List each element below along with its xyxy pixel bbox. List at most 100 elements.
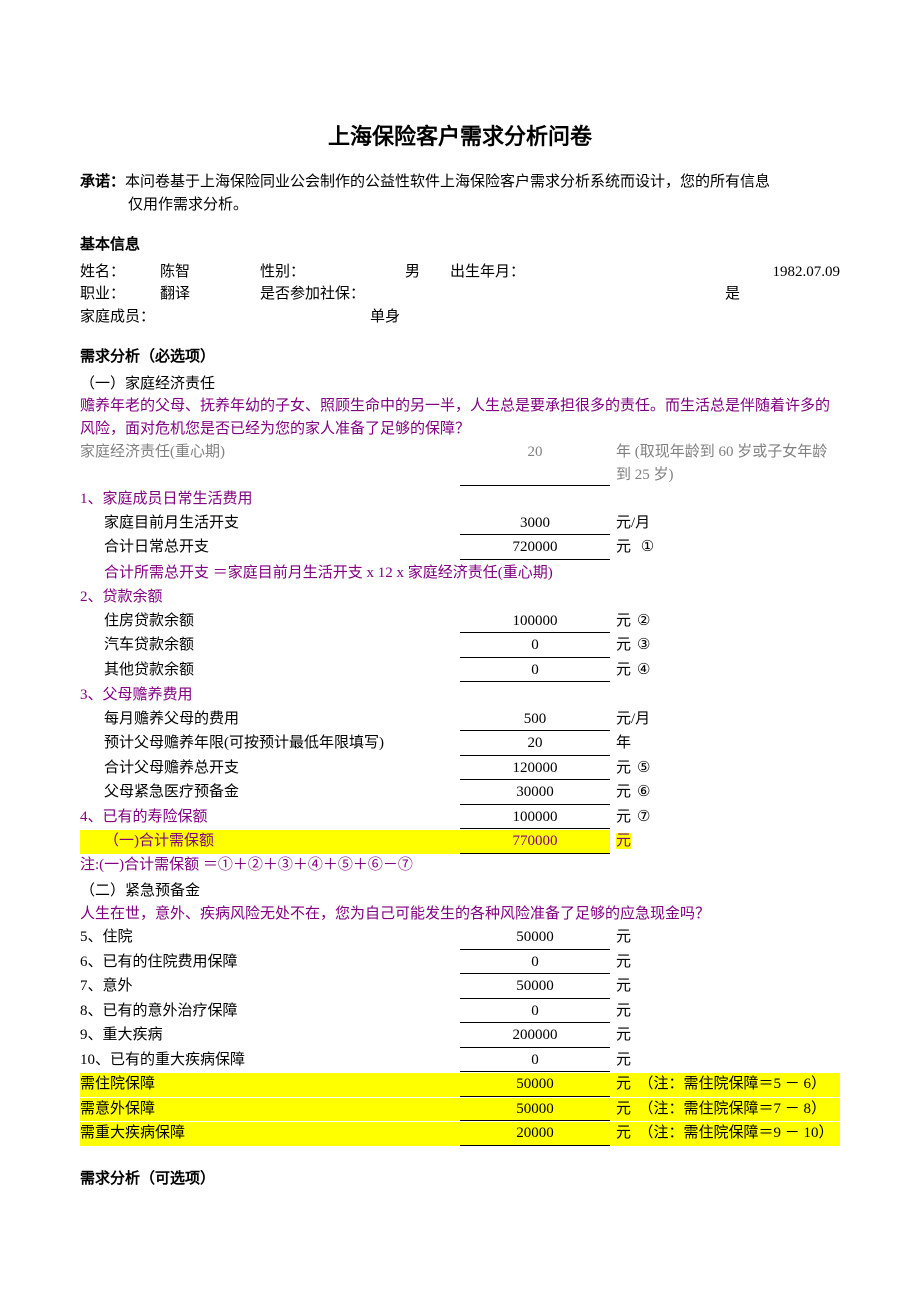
r6-value: 0 — [460, 951, 610, 975]
item-2-r2-unit: 元 ③ — [610, 634, 840, 658]
promise-block: 承诺：本问卷基于上海保险同业公会制作的公益性软件上海保险客户需求分析系统而设计，… — [80, 171, 840, 216]
r9-unit: 元 — [610, 1024, 840, 1048]
family-label: 家庭成员： — [80, 306, 260, 329]
r6-label: 6、已有的住院费用保障 — [80, 951, 460, 975]
total-value: 770000 — [460, 830, 610, 854]
basic-row-1: 姓名： 陈智 性别： 男 出生年月： 1982.07.09 — [80, 261, 840, 284]
name-value: 陈智 — [140, 261, 260, 284]
need-ill-value: 20000 — [460, 1122, 610, 1146]
item-3-row-2: 预计父母赡养年限(可按预计最低年限填写) 20 年 — [80, 732, 840, 756]
item-2-row-2: 汽车贷款余额 0 元 ③ — [80, 634, 840, 658]
row-9: 9、重大疾病 200000 元 — [80, 1024, 840, 1048]
mark-1-icon: ① — [639, 536, 657, 559]
item-4-head: 4、已有的寿险保额 — [80, 806, 460, 830]
total-unit: 元 — [616, 833, 631, 849]
need-hospital-row: 需住院保障 50000 元 （注：需住院保障＝5 － 6） — [80, 1073, 840, 1097]
page-title: 上海保险客户需求分析问卷 — [80, 120, 840, 153]
need-acc-label: 需意外保障 — [80, 1098, 460, 1122]
item-3-r1-label: 每月赡养父母的费用 — [80, 708, 460, 732]
item-1-row-1: 家庭目前月生活开支 3000 元/月 — [80, 512, 840, 536]
section-1-note: 注:(一)合计需保额 ＝①＋②＋③＋④＋⑤＋⑥－⑦ — [80, 854, 840, 877]
critical-label: 家庭经济责任(重心期) — [80, 441, 460, 486]
promise-text-1: 本问卷基于上海保险同业公会制作的公益性软件上海保险客户需求分析系统而设计，您的所… — [125, 174, 770, 190]
need-acc-value: 50000 — [460, 1098, 610, 1122]
item-3-row-1: 每月赡养父母的费用 500 元/月 — [80, 708, 840, 732]
item-2-r2-value: 0 — [460, 634, 610, 658]
item-2-row-1: 住房贷款余额 100000 元 ② — [80, 610, 840, 634]
r10-value: 0 — [460, 1049, 610, 1073]
r5-value: 50000 — [460, 926, 610, 950]
basic-row-2: 职业： 翻译 是否参加社保： 是 — [80, 283, 840, 306]
need-acc-note: （注：需住院保障＝7 － 8） — [639, 1101, 827, 1117]
dob-value: 1982.07.09 — [560, 261, 840, 284]
item-2-r3-value: 0 — [460, 659, 610, 683]
section-1-total-row: （一)合计需保额 770000 元 — [80, 830, 840, 854]
need-accident-row: 需意外保障 50000 元 （注：需住院保障＝7 － 8） — [80, 1098, 840, 1122]
item-1-r2-label: 合计日常总开支 — [80, 536, 460, 560]
optional-header: 需求分析（可选项） — [80, 1168, 840, 1191]
r8-unit: 元 — [610, 1000, 840, 1024]
section-2-title: （二）紧急预备金 — [80, 880, 840, 903]
row-7: 7、意外 50000 元 — [80, 975, 840, 999]
item-3-r1-unit: 元/月 — [610, 708, 840, 732]
item-1-r1-unit: 元/月 — [610, 512, 840, 536]
critical-unit: 年 (取现年龄到 60 岁或子女年龄到 25 岁) — [610, 441, 840, 486]
name-label: 姓名： — [80, 261, 140, 284]
basic-row-3: 家庭成员： 单身 — [80, 306, 840, 329]
item-3-r2-value: 20 — [460, 732, 610, 756]
total-label: （一)合计需保额 — [80, 830, 460, 854]
item-3-r4-unit: 元 ⑥ — [610, 781, 840, 805]
item-3-r3-unit: 元 ⑤ — [610, 757, 840, 781]
item-4-row: 4、已有的寿险保额 100000 元 ⑦ — [80, 806, 840, 830]
need-acc-unit: 元 （注：需住院保障＝7 － 8） — [610, 1098, 840, 1122]
row-5: 5、住院 50000 元 — [80, 926, 840, 950]
r6-unit: 元 — [610, 951, 840, 975]
item-1-head: 1、家庭成员日常生活费用 — [80, 488, 840, 511]
item-3-r3-label: 合计父母赡养总开支 — [80, 757, 460, 781]
need-illness-row: 需重大疾病保障 20000 元 （注：需住院保障＝9 － 10） — [80, 1122, 840, 1146]
item-2-r3-unit: 元 ④ — [610, 659, 840, 683]
section-2-intro: 人生在世，意外、疾病风险无处不在，您为自己可能发生的各种风险准备了足够的应急现金… — [80, 903, 840, 926]
need-hosp-unit: 元 （注：需住院保障＝5 － 6） — [610, 1073, 840, 1097]
social-insurance-value: 是 — [390, 283, 740, 306]
r5-unit: 元 — [610, 926, 840, 950]
item-2-r1-label: 住房贷款余额 — [80, 610, 460, 634]
item-2-r3-label: 其他贷款余额 — [80, 659, 460, 683]
item-3-r1-value: 500 — [460, 708, 610, 732]
occupation-value: 翻译 — [140, 283, 260, 306]
mark-6-icon: ⑥ — [635, 781, 653, 804]
need-hosp-note: （注：需住院保障＝5 － 6） — [639, 1076, 827, 1092]
gender-label: 性别： — [260, 261, 330, 284]
mark-4-icon: ④ — [635, 659, 653, 682]
r10-unit: 元 — [610, 1049, 840, 1073]
item-1-r2-value: 720000 — [460, 536, 610, 560]
mark-5-icon: ⑤ — [635, 757, 653, 780]
need-hosp-label: 需住院保障 — [80, 1073, 460, 1097]
basic-header: 基本信息 — [80, 234, 840, 257]
critical-period-row: 家庭经济责任(重心期) 20 年 (取现年龄到 60 岁或子女年龄到 25 岁) — [80, 441, 840, 486]
row-10: 10、已有的重大疾病保障 0 元 — [80, 1049, 840, 1073]
promise-label: 承诺： — [80, 174, 125, 190]
item-4-value: 100000 — [460, 806, 610, 830]
r9-label: 9、重大疾病 — [80, 1024, 460, 1048]
item-3-head: 3、父母赡养费用 — [80, 684, 840, 707]
r9-value: 200000 — [460, 1024, 610, 1048]
gender-value: 男 — [330, 261, 450, 284]
promise-text-2: 仅用作需求分析。 — [80, 194, 840, 217]
item-3-r2-unit: 年 — [610, 732, 840, 756]
item-2-r1-unit: 元 ② — [610, 610, 840, 634]
need-hosp-value: 50000 — [460, 1073, 610, 1097]
item-2-r1-value: 100000 — [460, 610, 610, 634]
mark-2-icon: ② — [635, 610, 653, 633]
item-3-row-3: 合计父母赡养总开支 120000 元 ⑤ — [80, 757, 840, 781]
critical-value: 20 — [460, 441, 610, 486]
section-1-title: （一）家庭经济责任 — [80, 373, 840, 396]
item-3-row-4: 父母紧急医疗预备金 30000 元 ⑥ — [80, 781, 840, 805]
item-3-r3-value: 120000 — [460, 757, 610, 781]
mark-3-icon: ③ — [635, 634, 653, 657]
item-2-head: 2、贷款余额 — [80, 586, 840, 609]
item-2-row-3: 其他贷款余额 0 元 ④ — [80, 659, 840, 683]
need-ill-label: 需重大疾病保障 — [80, 1122, 460, 1146]
r8-label: 8、已有的意外治疗保障 — [80, 1000, 460, 1024]
r7-value: 50000 — [460, 975, 610, 999]
